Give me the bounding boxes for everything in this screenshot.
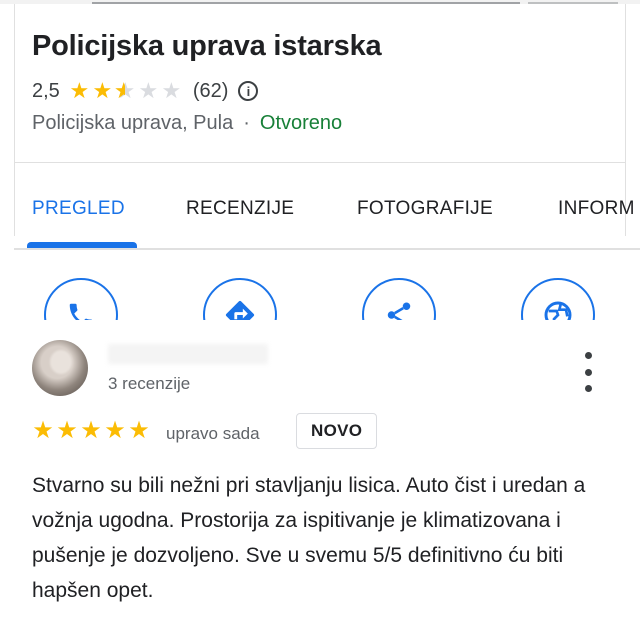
star-icon: ★ bbox=[104, 417, 126, 444]
tab-pregled[interactable]: PREGLED bbox=[32, 198, 125, 220]
directions-button[interactable] bbox=[203, 278, 277, 320]
star-icon: ★ bbox=[128, 417, 150, 444]
review-time: upravo sada bbox=[166, 424, 260, 443]
active-tab-indicator bbox=[27, 242, 137, 248]
share-icon bbox=[387, 302, 411, 320]
rating-stars: ★ ★ ★ ★ ★ bbox=[68, 78, 183, 103]
tab-fotografije[interactable]: FOTOGRAFIJE bbox=[357, 198, 493, 220]
call-button[interactable] bbox=[44, 278, 118, 320]
rating-value: 2,5 bbox=[32, 79, 60, 102]
star-empty-icon: ★ bbox=[138, 78, 159, 103]
more-options-button[interactable] bbox=[578, 352, 598, 392]
place-category: Policijska uprava, Pula bbox=[32, 112, 234, 134]
directions-icon bbox=[225, 300, 255, 320]
globe-icon bbox=[544, 301, 572, 320]
open-status: Otvoreno bbox=[259, 112, 343, 134]
website-button[interactable] bbox=[521, 278, 595, 320]
separator-dot: · bbox=[243, 112, 250, 134]
star-icon: ★ bbox=[92, 78, 113, 103]
rating-row[interactable]: 2,5 ★ ★ ★ ★ ★ (62) i bbox=[32, 77, 259, 105]
review-stars: ★ ★ ★ ★ ★ bbox=[31, 417, 151, 444]
new-badge: NOVO bbox=[296, 413, 378, 449]
tab-informacije[interactable]: INFORM bbox=[558, 198, 635, 220]
more-vert-icon bbox=[584, 352, 592, 359]
star-icon: ★ bbox=[69, 78, 90, 103]
place-title: Policijska uprava istarska bbox=[32, 30, 382, 62]
star-icon: ★ bbox=[80, 417, 102, 444]
divider bbox=[14, 162, 626, 163]
half-star-icon: ★ bbox=[114, 80, 137, 103]
action-buttons bbox=[0, 262, 640, 320]
tab-divider bbox=[14, 248, 640, 250]
category-row: Policijska uprava, Pula · Otvoreno bbox=[32, 112, 342, 135]
tab-recenzije[interactable]: RECENZIJE bbox=[186, 198, 294, 220]
tab-bar: PREGLED RECENZIJE FOTOGRAFIJE INFORM bbox=[0, 180, 640, 250]
share-button[interactable] bbox=[362, 278, 436, 320]
review-count: (62) bbox=[192, 79, 229, 102]
phone-icon bbox=[69, 303, 93, 320]
star-icon: ★ bbox=[32, 417, 54, 444]
star-icon: ★ bbox=[56, 417, 78, 444]
star-empty-icon: ★ bbox=[161, 78, 182, 103]
review-text: Stvarno su bili nežni pri stavljanju lis… bbox=[32, 474, 586, 602]
avatar[interactable] bbox=[32, 340, 88, 396]
reviewer-review-count[interactable]: 3 recenzije bbox=[108, 374, 190, 394]
reviewer-name-redacted bbox=[108, 344, 268, 364]
info-icon[interactable]: i bbox=[238, 81, 259, 101]
